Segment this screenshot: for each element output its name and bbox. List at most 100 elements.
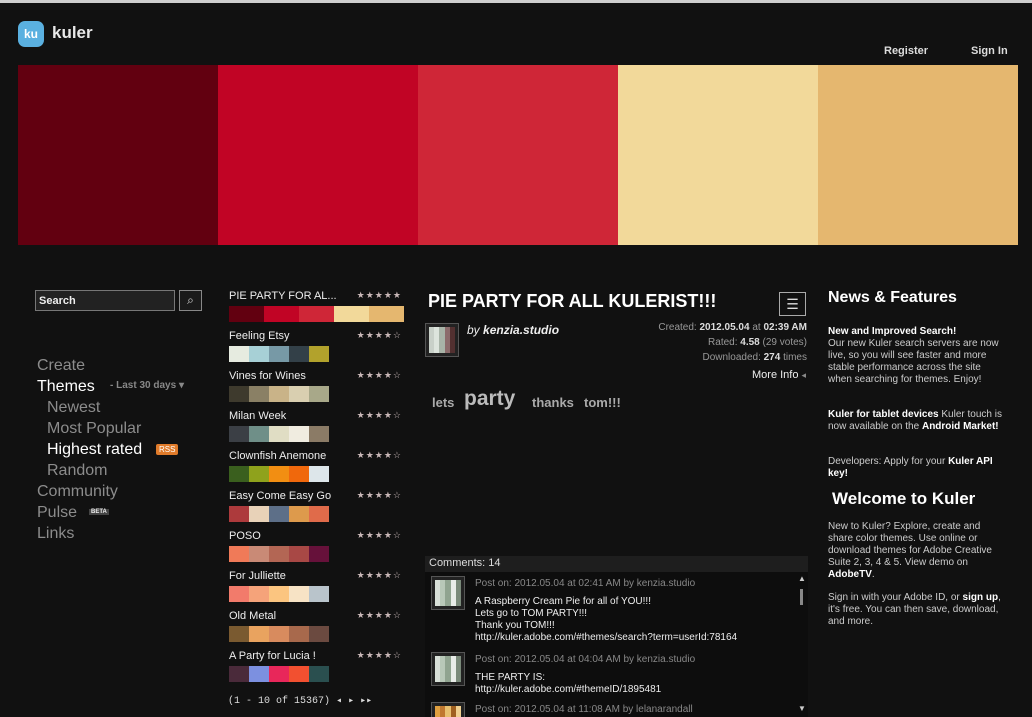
rss-icon[interactable]: RSS — [156, 444, 179, 455]
adobetv-link[interactable]: AdobeTV — [828, 569, 872, 580]
color-swatch — [249, 546, 269, 562]
star-rating-icon: ★★★★☆ — [356, 330, 402, 340]
author-avatar[interactable] — [425, 323, 459, 357]
theme-swatches[interactable] — [229, 426, 405, 442]
comment-avatar[interactable] — [431, 576, 465, 610]
color-swatch — [269, 666, 289, 682]
comment-avatar[interactable] — [431, 702, 465, 717]
next-page-button[interactable]: ▸ — [348, 696, 354, 707]
theme-list-item[interactable]: Old Metal ★★★★☆ — [229, 610, 405, 642]
theme-list-item[interactable]: POSO ★★★★☆ — [229, 530, 405, 562]
register-link[interactable]: Register — [884, 45, 928, 57]
theme-name[interactable]: Clownfish Anemone — [229, 450, 341, 464]
star-rating-icon: ★★★★☆ — [356, 370, 402, 380]
sign-in-link[interactable]: Sign In — [971, 45, 1008, 57]
theme-swatches[interactable] — [229, 386, 405, 402]
hero-swatch[interactable] — [218, 65, 418, 245]
hero-swatch[interactable] — [818, 65, 1018, 245]
color-swatch — [249, 426, 269, 442]
prev-page-button[interactable]: ◂ — [336, 696, 342, 707]
hero-swatch[interactable] — [18, 65, 218, 245]
theme-author: by kenzia.studio — [467, 323, 559, 337]
beta-badge: BETA — [89, 509, 109, 515]
nav-most-popular[interactable]: Most Popular — [47, 420, 141, 438]
pagination: (1 - 10 of 15367) ◂ ▸ ▸▸ — [228, 695, 372, 707]
theme-swatches[interactable] — [229, 306, 405, 322]
author-link[interactable]: kenzia.studio — [483, 323, 559, 337]
themes-period-dropdown[interactable]: - Last 30 days ▾ — [110, 380, 184, 391]
color-swatch — [229, 466, 249, 482]
android-market-link[interactable]: Android Market! — [922, 421, 999, 432]
theme-list-item[interactable]: Clownfish Anemone ★★★★☆ — [229, 450, 405, 482]
by-label: by — [467, 323, 480, 337]
color-swatch — [269, 626, 289, 642]
sliders-icon[interactable]: ☰ — [779, 292, 806, 316]
color-swatch — [229, 426, 249, 442]
comments-panel: Comments: 14 Post on: 2012.05.04 at 02:4… — [425, 556, 808, 717]
color-swatch — [289, 386, 309, 402]
kuler-logo-icon[interactable]: ku — [18, 21, 44, 47]
theme-name[interactable]: PIE PARTY FOR AL... — [229, 290, 341, 304]
color-swatch — [269, 586, 289, 602]
theme-list-item[interactable]: Feeling Etsy ★★★★☆ — [229, 330, 405, 362]
theme-list-item[interactable]: A Party for Lucia ! ★★★★☆ — [229, 650, 405, 682]
theme-swatches[interactable] — [229, 346, 405, 362]
nav-random[interactable]: Random — [47, 462, 107, 480]
star-rating-icon: ★★★★☆ — [356, 450, 402, 460]
theme-list-item[interactable]: PIE PARTY FOR AL... ★★★★★ — [229, 290, 405, 322]
tag-lets[interactable]: lets — [432, 395, 454, 410]
theme-list-item[interactable]: Easy Come Easy Go ★★★★☆ — [229, 490, 405, 522]
theme-color-hero — [18, 65, 1018, 245]
scroll-thumb[interactable] — [800, 589, 803, 605]
color-swatch — [309, 666, 329, 682]
star-rating-icon: ★★★★☆ — [356, 490, 402, 500]
comment-avatar[interactable] — [431, 652, 465, 686]
news-item-search: New and Improved Search! Our new Kuler se… — [828, 326, 999, 385]
nav-pulse[interactable]: Pulse — [37, 504, 77, 522]
theme-title: PIE PARTY FOR ALL KULERIST!!! — [428, 291, 717, 311]
nav-newest[interactable]: Newest — [47, 399, 100, 417]
scroll-down-icon[interactable]: ▼ — [798, 704, 806, 713]
theme-name[interactable]: POSO — [229, 530, 341, 544]
theme-swatches[interactable] — [229, 506, 405, 522]
theme-name[interactable]: Easy Come Easy Go — [229, 490, 341, 504]
last-page-button[interactable]: ▸▸ — [360, 696, 372, 707]
theme-name[interactable]: Vines for Wines — [229, 370, 341, 384]
search-icon[interactable]: ⌕ — [179, 290, 202, 311]
theme-name[interactable]: A Party for Lucia ! — [229, 650, 341, 664]
rating-info: Rated: 4.58 (29 votes) — [708, 337, 807, 348]
nav-themes[interactable]: Themes — [37, 378, 95, 396]
hero-swatch[interactable] — [618, 65, 818, 245]
sign-up-link[interactable]: sign up — [963, 592, 999, 603]
nav-highest-rated[interactable]: Highest rated — [47, 441, 142, 459]
theme-list-item[interactable]: For Julliette ★★★★☆ — [229, 570, 405, 602]
color-swatch — [269, 546, 289, 562]
tag-party[interactable]: party — [464, 387, 515, 411]
theme-list-item[interactable]: Milan Week ★★★★☆ — [229, 410, 405, 442]
color-swatch — [289, 426, 309, 442]
color-swatch — [229, 586, 249, 602]
scroll-up-icon[interactable]: ▲ — [798, 574, 806, 583]
theme-swatches[interactable] — [229, 466, 405, 482]
more-info-button[interactable]: More Info ◂ — [752, 369, 806, 381]
theme-name[interactable]: Feeling Etsy — [229, 330, 341, 344]
color-swatch — [249, 466, 269, 482]
tag-tom[interactable]: tom!!! — [584, 395, 621, 410]
theme-swatches[interactable] — [229, 586, 405, 602]
theme-name[interactable]: For Julliette — [229, 570, 341, 584]
theme-swatches[interactable] — [229, 666, 405, 682]
color-swatch — [289, 466, 309, 482]
nav-links[interactable]: Links — [37, 525, 74, 543]
theme-list-item[interactable]: Vines for Wines ★★★★☆ — [229, 370, 405, 402]
search-input[interactable] — [35, 290, 175, 311]
tag-thanks[interactable]: thanks — [532, 395, 574, 410]
nav-community[interactable]: Community — [37, 483, 118, 501]
theme-name[interactable]: Old Metal — [229, 610, 341, 624]
color-swatch — [269, 506, 289, 522]
theme-swatches[interactable] — [229, 546, 405, 562]
hero-swatch[interactable] — [418, 65, 618, 245]
theme-swatches[interactable] — [229, 626, 405, 642]
theme-name[interactable]: Milan Week — [229, 410, 341, 424]
brand-name[interactable]: kuler — [52, 23, 93, 43]
nav-create[interactable]: Create — [37, 357, 85, 375]
